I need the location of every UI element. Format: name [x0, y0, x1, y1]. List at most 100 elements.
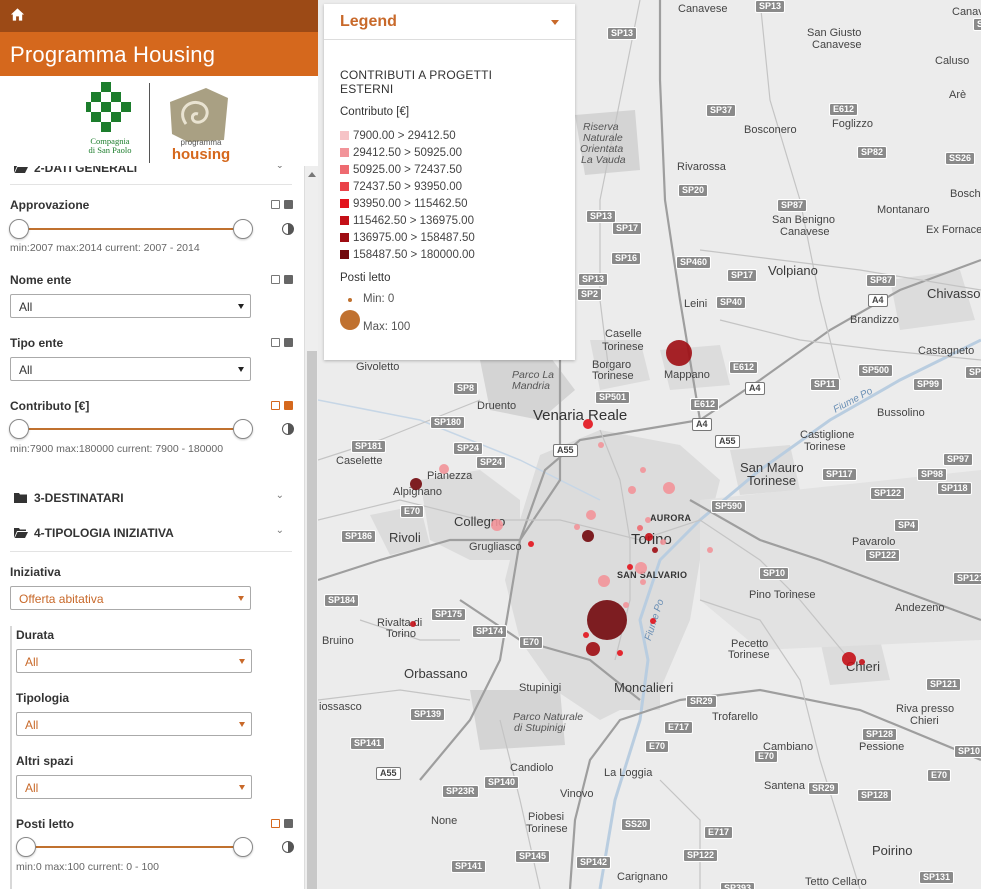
- map-data-point[interactable]: [660, 539, 666, 545]
- color-toggle-icon[interactable]: [284, 200, 293, 209]
- legend-class-row: 115462.50 > 136975.00: [340, 212, 559, 229]
- checkbox-icon[interactable]: [271, 200, 280, 209]
- tipo-ente-toggles: [271, 338, 295, 348]
- map-data-point[interactable]: [410, 621, 416, 627]
- color-toggle-icon[interactable]: [284, 401, 293, 410]
- chevron-down-icon[interactable]: ⌄: [276, 525, 284, 536]
- legend-bubble-min: Min: 0: [340, 293, 559, 305]
- map-data-point[interactable]: [663, 482, 675, 494]
- durata-select[interactable]: All: [16, 649, 252, 673]
- nome-ente-value: All: [19, 300, 33, 314]
- altri-spazi-value: All: [25, 781, 39, 795]
- map-data-point[interactable]: [707, 547, 713, 553]
- legend-header[interactable]: Legend: [324, 4, 575, 40]
- map-data-point[interactable]: [637, 525, 643, 531]
- map-data-point[interactable]: [583, 419, 593, 429]
- programma-housing-logo: [170, 88, 228, 142]
- approvazione-slider[interactable]: [9, 219, 253, 239]
- iniziativa-select[interactable]: Offerta abitativa: [10, 586, 251, 610]
- legend-class-row: 93950.00 > 115462.50: [340, 195, 559, 212]
- map-data-point[interactable]: [652, 547, 658, 553]
- invert-icon[interactable]: [282, 423, 294, 435]
- contributo-toggles: [271, 401, 295, 411]
- legend-swatch: [340, 233, 349, 242]
- sidebar-scrollbar[interactable]: [304, 166, 318, 889]
- map-data-point[interactable]: [859, 659, 865, 665]
- brand-bar: Programma Housing: [0, 32, 318, 76]
- checkbox-icon[interactable]: [271, 338, 280, 347]
- map-data-point[interactable]: [627, 564, 633, 570]
- invert-icon[interactable]: [282, 223, 294, 235]
- sidebar: Programma Housing 2-DATI GENERALI ⌄ Appr…: [0, 0, 318, 889]
- map-data-point[interactable]: [635, 562, 647, 574]
- slider-handle-min[interactable]: [9, 219, 29, 239]
- legend-swatch: [340, 216, 349, 225]
- map-data-point[interactable]: [582, 530, 594, 542]
- logo-left-line2: di San Paolo: [88, 145, 132, 155]
- nome-ente-label: Nome ente: [10, 273, 72, 287]
- slider-handle-min[interactable]: [16, 837, 36, 857]
- map-data-point[interactable]: [586, 510, 596, 520]
- iniziativa-value: Offerta abitativa: [19, 592, 104, 606]
- invert-icon[interactable]: [282, 841, 294, 853]
- map-data-point[interactable]: [645, 517, 651, 523]
- legend-swatch: [340, 165, 349, 174]
- checkbox-icon[interactable]: [271, 401, 280, 410]
- scroll-up-icon[interactable]: [308, 172, 316, 177]
- map-data-point[interactable]: [598, 442, 604, 448]
- map-data-point[interactable]: [528, 541, 534, 547]
- map-data-point[interactable]: [574, 524, 580, 530]
- approvazione-toggles: [271, 200, 295, 210]
- posti-letto-slider[interactable]: [16, 837, 253, 857]
- map-data-point[interactable]: [598, 575, 610, 587]
- map-data-point[interactable]: [586, 642, 600, 656]
- map-data-point[interactable]: [410, 478, 422, 490]
- altri-spazi-select[interactable]: All: [16, 775, 252, 799]
- dropdown-arrow-icon: [238, 367, 244, 372]
- partner-logos: Compagnia di San Paolo programma housing: [0, 76, 318, 166]
- map-data-point[interactable]: [491, 519, 503, 531]
- legend-posti-min: Min: 0: [363, 293, 395, 305]
- compagnia-san-paolo-logo: [86, 82, 131, 132]
- tipologia-select[interactable]: All: [16, 712, 252, 736]
- legend-class-row: 158487.50 > 180000.00: [340, 246, 559, 263]
- contributo-slider[interactable]: [9, 419, 253, 439]
- section-tipologia-label: 4-TIPOLOGIA INIZIATIVA: [34, 526, 174, 540]
- tipo-ente-select[interactable]: All: [10, 357, 251, 381]
- map-data-point[interactable]: [842, 652, 856, 666]
- legend-class-row: 72437.50 > 93950.00: [340, 178, 559, 195]
- legend-posti-title: Posti letto: [340, 272, 391, 284]
- map-data-point[interactable]: [628, 486, 636, 494]
- map-data-point[interactable]: [583, 632, 589, 638]
- slider-handle-max[interactable]: [233, 219, 253, 239]
- color-toggle-icon[interactable]: [284, 275, 293, 284]
- top-bar: [0, 0, 318, 32]
- map-data-point[interactable]: [666, 340, 692, 366]
- color-toggle-icon[interactable]: [284, 819, 293, 828]
- map-data-point[interactable]: [645, 533, 653, 541]
- caret-down-icon[interactable]: [551, 20, 559, 25]
- checkbox-icon[interactable]: [271, 275, 280, 284]
- color-toggle-icon[interactable]: [284, 338, 293, 347]
- legend-class-row: 7900.00 > 29412.50: [340, 127, 559, 144]
- map-data-point[interactable]: [587, 600, 627, 640]
- section-tipologia-iniziativa[interactable]: 4-TIPOLOGIA INIZIATIVA ⌄: [10, 523, 292, 545]
- checkbox-icon[interactable]: [271, 819, 280, 828]
- posti-letto-label: Posti letto: [16, 817, 75, 831]
- map-data-point[interactable]: [640, 579, 646, 585]
- dropdown-arrow-icon: [239, 785, 245, 790]
- map-data-point[interactable]: [640, 467, 646, 473]
- scrollbar-thumb[interactable]: [307, 351, 317, 889]
- slider-handle-max[interactable]: [233, 419, 253, 439]
- map-data-point[interactable]: [650, 618, 656, 624]
- nome-ente-select[interactable]: All: [10, 294, 251, 318]
- section-destinatari[interactable]: 3-DESTINATARI ⌄: [10, 488, 292, 510]
- divider: [10, 184, 292, 185]
- chevron-down-icon[interactable]: ⌄: [276, 490, 284, 501]
- slider-handle-max[interactable]: [233, 837, 253, 857]
- home-icon[interactable]: [10, 7, 25, 22]
- map-data-point[interactable]: [617, 650, 623, 656]
- slider-handle-min[interactable]: [9, 419, 29, 439]
- map-data-point[interactable]: [623, 602, 629, 608]
- map-data-point[interactable]: [439, 464, 449, 474]
